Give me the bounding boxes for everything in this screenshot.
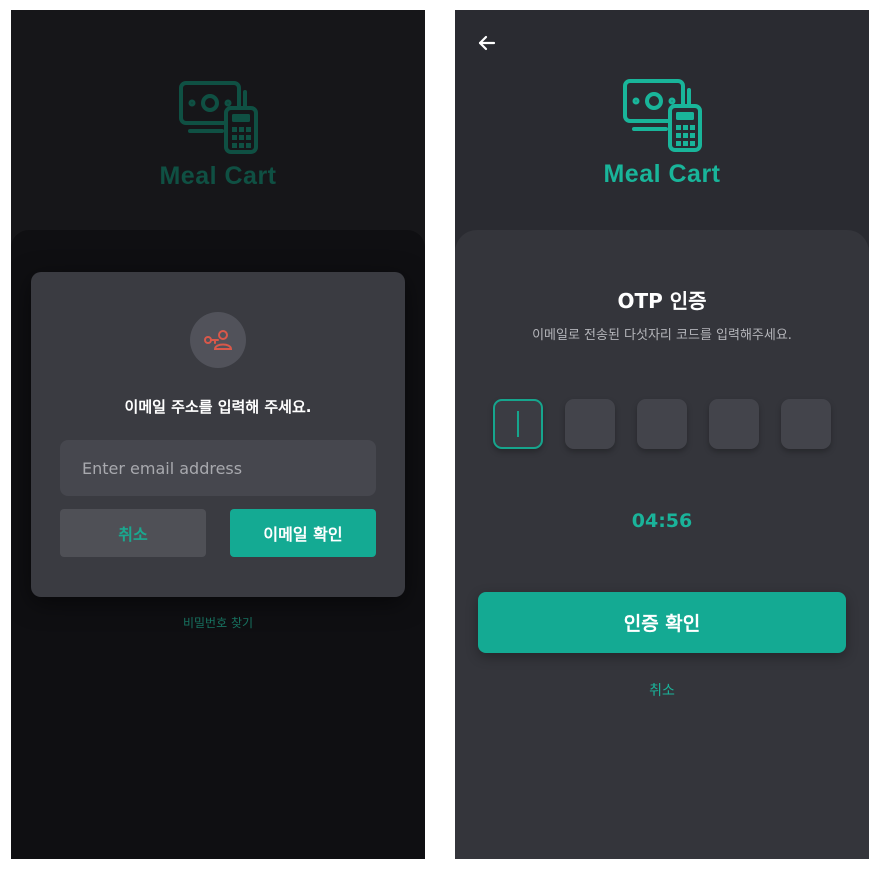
otp-digit-box[interactable] xyxy=(637,399,687,449)
arrow-left-icon[interactable] xyxy=(477,33,497,53)
find-password-link[interactable]: 비밀번호 찾기 xyxy=(11,614,425,631)
otp-digit-box[interactable] xyxy=(565,399,615,449)
cancel-link[interactable]: 취소 xyxy=(455,680,869,700)
text-caret xyxy=(517,411,519,437)
otp-title: OTP 인증 xyxy=(617,289,707,313)
verify-button[interactable]: 인증 확인 xyxy=(478,592,846,653)
confirm-email-button[interactable]: 이메일 확인 xyxy=(230,509,376,557)
otp-digit-box[interactable] xyxy=(781,399,831,449)
money-calculator-icon xyxy=(623,79,702,152)
countdown-timer: 04:56 xyxy=(631,510,693,532)
otp-subtitle: 이메일로 전송된 다섯자리 코드를 입력해주세요. xyxy=(532,328,792,343)
dialog-title: 이메일 주소를 입력해 주세요. xyxy=(124,398,312,416)
user-key-icon xyxy=(204,330,233,350)
app-title: Meal Cart xyxy=(603,160,721,188)
email-dialog: 이메일 주소를 입력해 주세요. 취소 이메일 확인 xyxy=(31,272,405,597)
dialog-icon-badge xyxy=(190,312,246,368)
email-entry-screen: Meal Cart 이메일 주소를 입력해 주세요. 취소 이메일 확인 비밀번… xyxy=(11,10,425,859)
cancel-button[interactable]: 취소 xyxy=(60,509,206,557)
otp-screen: Meal Cart OTP 인증 이메일로 전송된 다섯자리 코드를 입력해주세… xyxy=(455,10,869,859)
app-logo: Meal Cart xyxy=(455,78,869,189)
email-input[interactable] xyxy=(60,440,376,496)
otp-digit-box[interactable] xyxy=(493,399,543,449)
otp-digit-box[interactable] xyxy=(709,399,759,449)
